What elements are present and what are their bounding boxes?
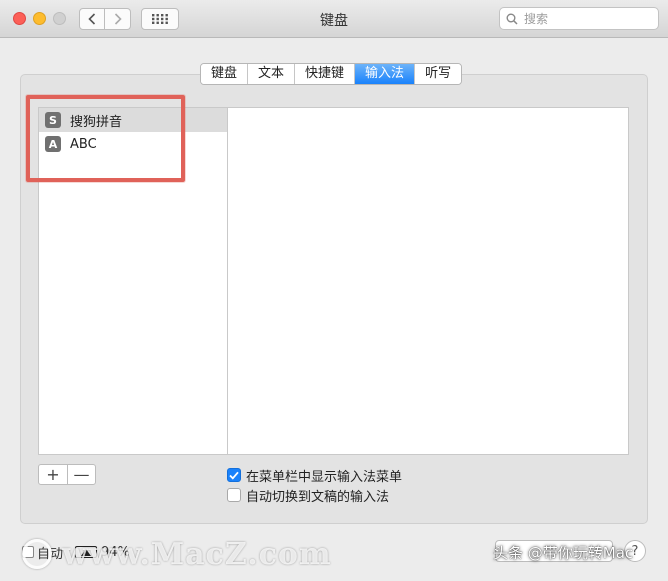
battery-icon	[75, 546, 98, 558]
list-item-label: ABC	[70, 136, 97, 152]
auto-switch-checkbox[interactable]	[227, 488, 241, 502]
show-in-menubar-option[interactable]: 在菜单栏中显示输入法菜单	[227, 466, 403, 485]
search-field[interactable]	[499, 7, 659, 30]
triangle-icon	[81, 548, 92, 556]
bottom-left-label: 自动	[37, 546, 64, 562]
list-item[interactable]: A ABC	[39, 132, 227, 156]
title-bar: 键盘	[0, 0, 668, 38]
tab-keyboard[interactable]: 键盘	[201, 64, 249, 84]
list-item[interactable]: S 搜狗拼音	[39, 108, 227, 132]
tab-shortcuts[interactable]: 快捷键	[295, 64, 356, 84]
bottom-checkbox[interactable]	[22, 546, 34, 558]
sogou-pinyin-icon: S	[45, 112, 61, 128]
tab-input-sources[interactable]: 输入法	[355, 64, 416, 84]
list-item-label: 搜狗拼音	[70, 114, 123, 130]
battery-percent: 94%	[101, 544, 130, 560]
abc-icon: A	[45, 136, 61, 152]
credit-text: 头条 @带你玩转Mac	[493, 544, 634, 562]
input-source-detail	[227, 107, 629, 455]
tab-bar: 键盘 文本 快捷键 输入法 听写	[200, 63, 463, 85]
add-input-source-button[interactable]: +	[39, 465, 67, 484]
search-icon	[506, 13, 518, 25]
tab-text[interactable]: 文本	[248, 64, 296, 84]
auto-switch-label: 自动切换到文稿的输入法	[246, 489, 390, 505]
input-source-list[interactable]: S 搜狗拼音 A ABC	[38, 107, 228, 455]
tab-dictation[interactable]: 听写	[415, 64, 462, 84]
show-in-menubar-label: 在菜单栏中显示输入法菜单	[246, 469, 403, 485]
bottom-status: 自动 94%	[22, 542, 130, 562]
remove-input-source-button[interactable]: —	[67, 465, 95, 484]
checkmark-icon	[229, 471, 239, 480]
add-remove-control: + —	[38, 464, 96, 485]
auto-switch-option[interactable]: 自动切换到文稿的输入法	[227, 486, 390, 505]
search-input[interactable]	[522, 10, 652, 27]
show-in-menubar-checkbox[interactable]	[227, 468, 241, 482]
